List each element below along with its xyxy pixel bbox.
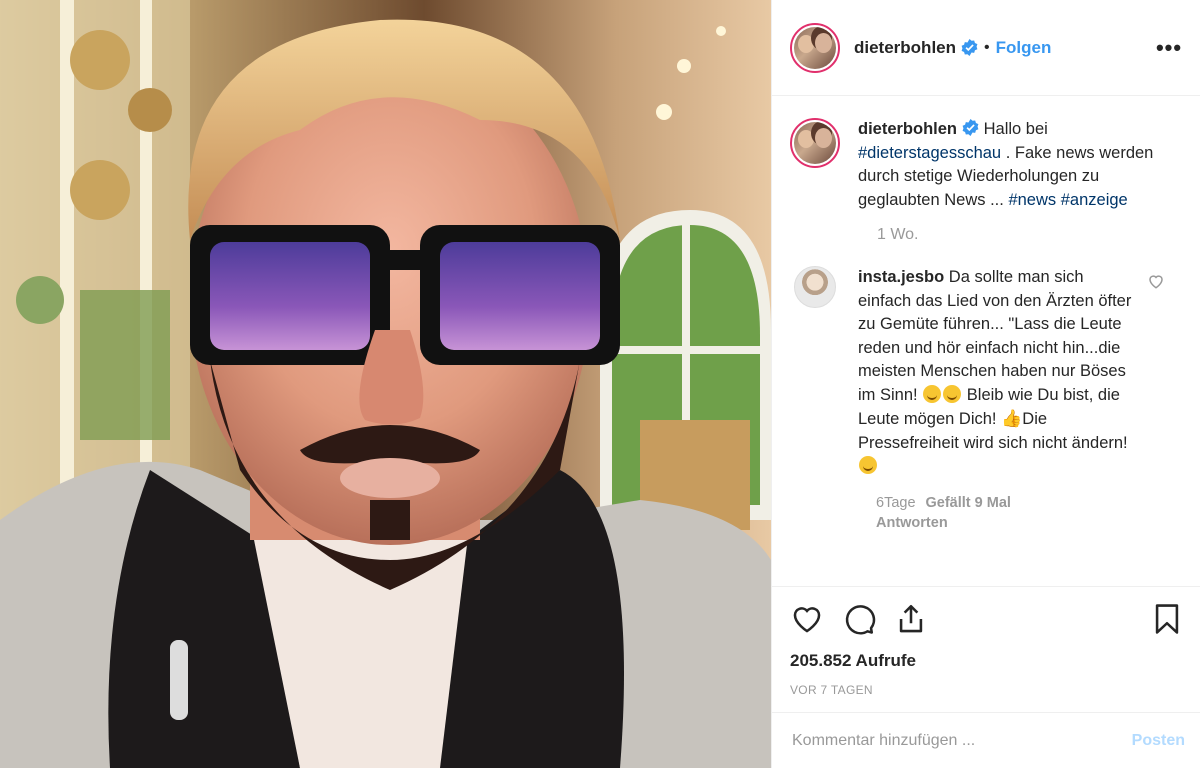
comment-like-heart-icon[interactable]: [1147, 272, 1165, 290]
comment-time[interactable]: 6Tage: [876, 495, 916, 511]
comment-input[interactable]: [792, 731, 1132, 750]
caption-text: dieterbohlen Hallo bei #dieterstagesscha…: [858, 118, 1173, 212]
caption-author-avatar[interactable]: [790, 118, 840, 168]
hashtag-link[interactable]: #news: [1008, 191, 1056, 209]
wink-emoji-icon: [859, 456, 877, 474]
hashtag-link[interactable]: #dieterstagesschau: [858, 144, 1001, 162]
comment-meta: 6Tage Gefällt 9 Mal Antworten: [876, 495, 1184, 531]
post-dialog: dieterbohlen • Folgen ••• dieterbohlen H…: [0, 0, 1200, 768]
laughing-emoji-icon: [943, 384, 962, 403]
action-icons: [790, 599, 1184, 639]
share-icon[interactable]: [894, 602, 928, 636]
video-player[interactable]: [0, 0, 771, 768]
author-username[interactable]: dieterbohlen: [854, 38, 956, 58]
post-sidebar: dieterbohlen • Folgen ••• dieterbohlen H…: [771, 0, 1200, 768]
caption-text-1: Hallo bei: [983, 120, 1048, 138]
view-count[interactable]: 205.852 Aufrufe: [790, 651, 1184, 671]
video-frame-image: [0, 0, 771, 768]
bookmark-save-icon[interactable]: [1150, 602, 1184, 636]
comment-bubble-icon[interactable]: [842, 602, 876, 636]
like-heart-icon[interactable]: [790, 602, 824, 636]
reply-button[interactable]: Antworten: [876, 515, 1184, 531]
more-horizontal-icon[interactable]: •••: [1154, 36, 1184, 58]
comment-likes[interactable]: Gefällt 9 Mal: [926, 495, 1011, 511]
wink-emoji-icon: [923, 384, 942, 403]
header-separator: •: [984, 38, 990, 56]
comment-item: insta.jesbo Da sollte man sich einfach d…: [790, 266, 1184, 479]
verified-badge-icon: [961, 39, 978, 56]
post-comment-button[interactable]: Posten: [1132, 732, 1185, 750]
post-header: dieterbohlen • Folgen •••: [772, 0, 1200, 96]
thumbs-up-emoji-icon: 👍: [1001, 409, 1023, 428]
commenter-avatar[interactable]: [794, 266, 836, 308]
verified-badge-icon: [962, 119, 979, 136]
add-comment-bar: Posten: [772, 712, 1200, 768]
follow-button[interactable]: Folgen: [996, 38, 1052, 58]
caption: dieterbohlen Hallo bei #dieterstagesscha…: [790, 118, 1184, 212]
caption-age[interactable]: 1 Wo.: [877, 226, 1184, 244]
post-date[interactable]: VOR 7 TAGEN: [790, 683, 1184, 697]
comment-text-1: Da sollte man sich einfach das Lied von …: [858, 268, 1132, 404]
author-avatar[interactable]: [790, 22, 840, 73]
comments-area[interactable]: dieterbohlen Hallo bei #dieterstagesscha…: [772, 96, 1200, 586]
comment-text: insta.jesbo Da sollte man sich einfach d…: [858, 266, 1133, 479]
commenter-username[interactable]: insta.jesbo: [858, 268, 944, 286]
hashtag-link[interactable]: #anzeige: [1061, 191, 1128, 209]
caption-username[interactable]: dieterbohlen: [858, 120, 957, 138]
